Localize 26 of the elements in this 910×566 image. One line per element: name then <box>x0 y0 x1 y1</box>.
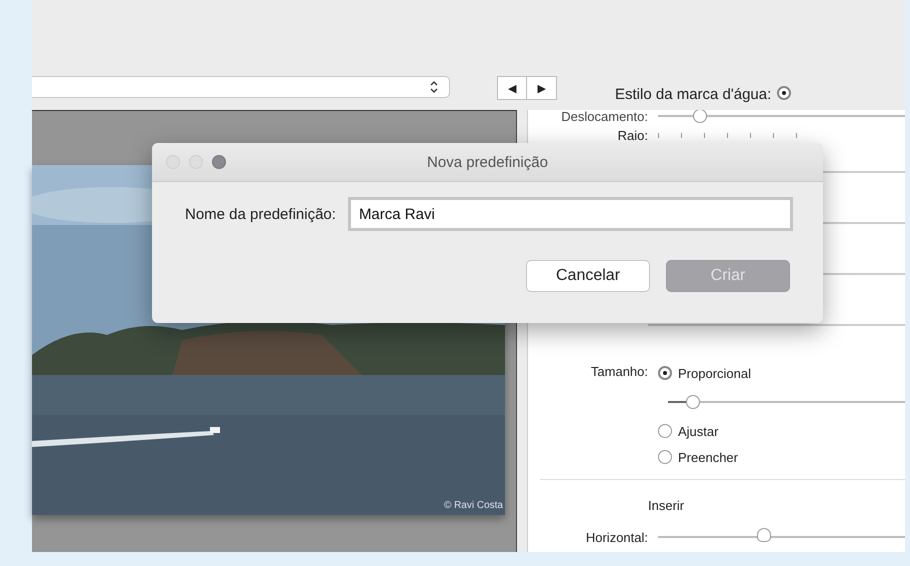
nav-button[interactable]: ▶ <box>527 76 557 100</box>
radio-option[interactable]: Ajustar <box>658 421 718 441</box>
setting-label: Raio: <box>616 128 649 142</box>
radio-button[interactable] <box>658 366 672 380</box>
slider-thumb[interactable] <box>757 528 772 542</box>
slider-thumb[interactable] <box>692 110 707 123</box>
name-field[interactable]: Marca Ravi <box>348 197 793 231</box>
chevron-icon <box>429 80 439 94</box>
setting-label: Tamanho: <box>590 363 649 381</box>
dialog-title: Nova predefinição <box>427 154 548 170</box>
zoom-icon[interactable] <box>212 155 226 169</box>
setting-label: Horizontal: <box>584 530 649 544</box>
section-heading: Inserir <box>647 498 686 515</box>
preset-dropdown[interactable] <box>32 76 450 98</box>
radio-option[interactable]: Preencher <box>658 447 738 467</box>
watermark-text: © Ravi Costa <box>444 500 503 511</box>
setting-label: Deslocamento: <box>560 110 649 124</box>
radio-button[interactable] <box>777 86 792 100</box>
radio-option[interactable]: Proporcional <box>658 363 751 383</box>
cancel-button[interactable]: Cancelar <box>526 260 650 292</box>
radio-button[interactable] <box>658 450 672 464</box>
nav-button[interactable]: ◀ <box>497 76 527 100</box>
slider-thumb[interactable] <box>686 395 700 409</box>
radio-button[interactable] <box>658 424 672 438</box>
watermark-style-label: Estilo da marca d'água: <box>615 86 772 103</box>
field-label: Nome da predefinição: <box>185 206 336 222</box>
